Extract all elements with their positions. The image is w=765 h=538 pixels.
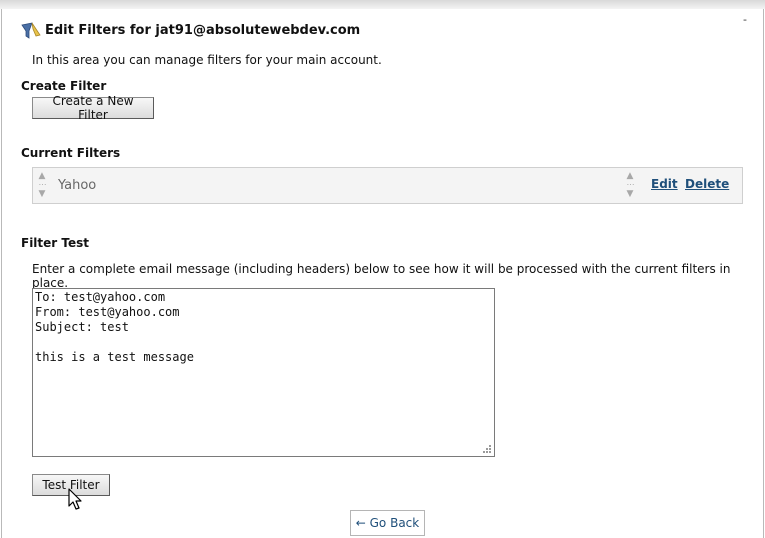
mouse-pointer-icon [68, 488, 82, 510]
drag-handle-icon[interactable]: ▲ ⋯ ▼ [37, 172, 47, 200]
filter-name: Yahoo [58, 178, 97, 193]
frame-left-border [1, 9, 2, 538]
filter-test-description: Enter a complete email message (includin… [32, 262, 731, 290]
filter-funnel-icon [21, 22, 41, 39]
email-message-textarea[interactable]: To: test@yahoo.com From: test@yahoo.com … [32, 288, 495, 457]
resize-grip-icon[interactable] [480, 442, 492, 454]
page-title: Edit Filters for jat91@absolutewebdev.co… [45, 23, 361, 38]
window-top-bar [0, 0, 765, 9]
drag-handle-icon[interactable]: ▲ ⋯ ▼ [625, 172, 635, 200]
edit-filter-link[interactable]: Edit [651, 177, 678, 191]
create-filter-heading: Create Filter [21, 79, 107, 93]
create-new-filter-button[interactable]: Create a New Filter [32, 94, 154, 122]
filter-row: ▲ ⋯ ▼ Yahoo ▲ ⋯ ▼ Edit Delete [32, 167, 743, 204]
filter-test-heading: Filter Test [21, 236, 90, 250]
intro-text: In this area you can manage filters for … [32, 53, 382, 67]
current-filters-heading: Current Filters [21, 146, 121, 160]
delete-filter-link[interactable]: Delete [685, 177, 729, 191]
go-back-button[interactable]: ← Go Back [350, 510, 425, 536]
corner-mark: - [743, 13, 747, 26]
